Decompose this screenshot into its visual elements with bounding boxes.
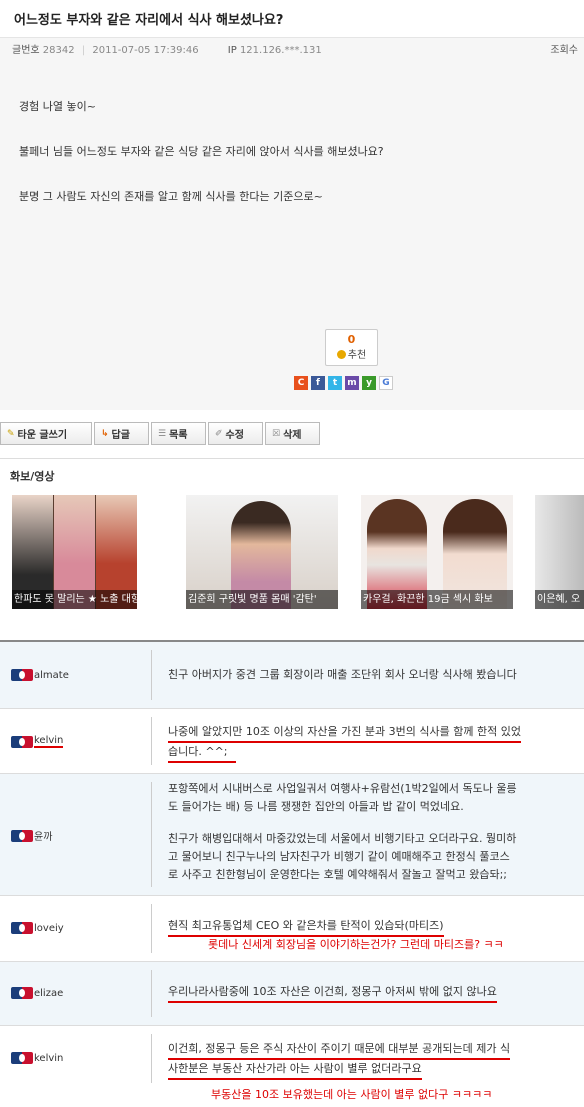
mlb-logo-icon: [11, 922, 33, 934]
post-paragraph: 경험 나열 놓이~: [19, 100, 96, 113]
comment-text: 나중에 알았지만 10조 이상의 자산을 가진 분과 3번의 식사를 함께 한적…: [168, 723, 578, 763]
recommend-button[interactable]: 0 추천: [325, 329, 378, 366]
edit-icon: ✐: [215, 428, 223, 439]
ip-label: IP: [227, 45, 237, 56]
mlb-logo-icon: [11, 829, 33, 842]
comment-text: 현직 최고유통업체 CEO 와 같은차를 탄적이 있습돠(마티즈): [168, 917, 578, 937]
town-write-button[interactable]: ✎ 타운 글쓰기: [0, 422, 92, 445]
comment-username: elizae: [34, 987, 64, 999]
edit-button[interactable]: ✐ 수정: [208, 422, 263, 445]
post-content: 경험 나열 놓이~ 불페너 님들 어느정도 부자와 같은 식당 같은 자리에 앉…: [19, 98, 384, 233]
photo-video-section: 화보/영상 한파도 못 말리는 ★ 노출 대향연 김준희 구릿빛 명품 몸매 '…: [0, 458, 584, 618]
me2day-icon[interactable]: m: [345, 376, 359, 390]
red-annotation: 롯데나 신세계 회장님을 이야기하는건가? 그런데 마티즈를? ㅋㅋ: [208, 938, 504, 951]
section-heading: 화보/영상: [10, 470, 55, 483]
photo-thumbnail[interactable]: 한파도 못 말리는 ★ 노출 대향연: [12, 495, 137, 609]
cyworld-c-icon[interactable]: C: [294, 376, 308, 390]
list-icon: ☰: [158, 428, 167, 439]
comment-text: 이건희, 정몽구 등은 주식 자산이 주이기 때문에 대부분 공개되는데 제가 …: [168, 1040, 578, 1080]
comment-row: kelvin 이건희, 정몽구 등은 주식 자산이 주이기 때문에 대부분 공개…: [0, 1026, 584, 1107]
post-datetime: 2011-07-05 17:39:46: [92, 45, 199, 56]
comment-username: kelvin: [34, 735, 64, 748]
comment-username: kelvin: [34, 1052, 64, 1064]
share-buttons: C f t m y G: [294, 376, 393, 390]
comment-username: loveiy: [34, 922, 64, 934]
comment-text: 친구 아버지가 중견 그룹 회장이라 매출 조단위 회사 오너랑 식사해 봤습니…: [168, 668, 517, 681]
thumbnail-caption: 김준희 구릿빛 명품 몸매 '감탄': [186, 590, 338, 609]
comment-row: loveiy 현직 최고유통업체 CEO 와 같은차를 탄적이 있습돠(마티즈)…: [0, 896, 584, 962]
recommend-count: 0: [347, 333, 356, 346]
medal-icon: [336, 350, 346, 359]
thumbnail-caption: 한파도 못 말리는 ★ 노출 대향연: [12, 590, 137, 609]
comment-text: 우리나라사람중에 10조 자산은 이건희, 정몽구 아저씨 밖에 없지 않나요: [168, 983, 578, 1003]
comment-row: almate 친구 아버지가 중견 그룹 회장이라 매출 조단위 회사 오너랑 …: [0, 642, 584, 709]
red-annotation: 부동산을 10조 보유했는데 아는 사람이 별루 없다구 ㅋㅋㅋㅋ: [211, 1088, 493, 1101]
list-button[interactable]: ☰ 목록: [151, 422, 206, 445]
post-action-bar: ✎ 타운 글쓰기 ↳ 답글 ☰ 목록 ✐ 수정 ☒ 삭제: [0, 422, 320, 446]
mlb-logo-icon: [11, 735, 33, 748]
google-icon[interactable]: G: [379, 376, 393, 390]
photo-thumbnail[interactable]: 김준희 구릿빛 명품 몸매 '감탄': [186, 495, 338, 609]
post-number: 28342: [42, 45, 75, 56]
mlb-logo-icon: [11, 669, 33, 681]
views-label: 조회수: [550, 45, 578, 56]
post-paragraph: 분명 그 사람도 자신의 존재를 알고 함께 식사를 한다는 기준으로~: [19, 190, 323, 203]
post-title-bar: 어느정도 부자와 같은 자리에서 식사 해보셨나요?: [0, 0, 584, 38]
comment-author[interactable]: loveiy: [11, 922, 64, 934]
reply-button[interactable]: ↳ 답글: [94, 422, 149, 445]
thumbnail-caption: 이은혜, 오: [535, 590, 584, 609]
twitter-icon[interactable]: t: [328, 376, 342, 390]
mlb-logo-icon: [11, 987, 33, 999]
recommend-label: 추천: [347, 350, 367, 361]
comment-row: 윤까 포항쪽에서 시내버스로 사업일궈서 여행사+유람선(1박2일에서 독도나 …: [0, 774, 584, 896]
yozm-icon[interactable]: y: [362, 376, 376, 390]
comment-author[interactable]: almate: [11, 669, 69, 681]
comment-author[interactable]: elizae: [11, 987, 63, 999]
facebook-icon[interactable]: f: [311, 376, 325, 390]
thumbnail-caption: 카우걸, 화끈한 19금 섹시 화보: [361, 590, 513, 609]
delete-button[interactable]: ☒ 삭제: [265, 422, 320, 445]
delete-icon: ☒: [272, 428, 281, 439]
comment-text: 포항쪽에서 시내버스로 사업일궈서 여행사+유람선(1박2일에서 독도나 울릉 …: [168, 782, 517, 881]
post-meta: 글번호 28342 | 2011-07-05 17:39:46 IP 121.1…: [12, 41, 582, 59]
photo-thumbnail[interactable]: 카우걸, 화끈한 19금 섹시 화보: [361, 495, 513, 609]
post-paragraph: 불페너 님들 어느정도 부자와 같은 식당 같은 자리에 앉아서 식사를 해보셨…: [19, 145, 384, 158]
photo-thumbnail[interactable]: 이은혜, 오: [535, 495, 584, 609]
post-body: 글번호 28342 | 2011-07-05 17:39:46 IP 121.1…: [0, 38, 584, 410]
post-number-label: 글번호: [12, 45, 40, 56]
mlb-logo-icon: [11, 1052, 33, 1064]
comment-username: almate: [34, 669, 69, 681]
comment-row: elizae 우리나라사람중에 10조 자산은 이건희, 정몽구 아저씨 밖에 …: [0, 962, 584, 1026]
ip-address: 121.126.***.131: [239, 45, 322, 56]
comment-author[interactable]: kelvin: [11, 1052, 63, 1064]
comment-username: 윤까: [34, 832, 53, 843]
meta-separator: |: [81, 45, 86, 56]
pencil-icon: ✎: [7, 428, 15, 439]
reply-arrow-icon: ↳: [101, 428, 109, 439]
post-title: 어느정도 부자와 같은 자리에서 식사 해보셨나요?: [14, 13, 284, 28]
comment-author[interactable]: kelvin: [11, 735, 64, 748]
comment-author[interactable]: 윤까: [11, 828, 52, 843]
comment-row: kelvin 나중에 알았지만 10조 이상의 자산을 가진 분과 3번의 식사…: [0, 709, 584, 774]
